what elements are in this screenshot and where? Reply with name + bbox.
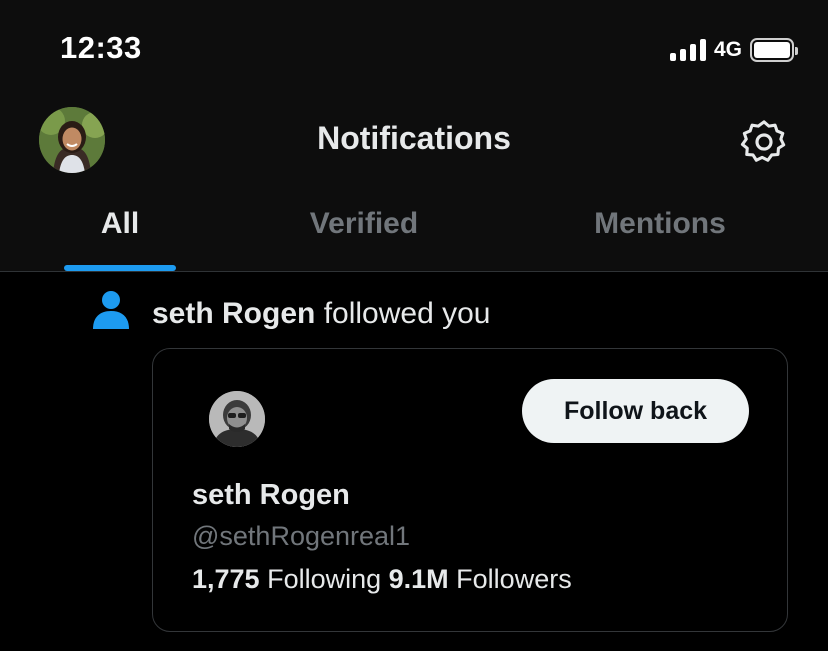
notification-action: followed you [315,297,491,330]
signal-icon [669,39,706,61]
person-icon [92,290,130,330]
notification-actor[interactable]: seth Rogen [152,297,315,330]
card-handle: @sethRogenreal1 [192,521,411,551]
followers-label: Followers [448,564,572,594]
status-time: 12:33 [60,30,142,65]
tab-all[interactable]: All [64,207,176,241]
battery-icon [750,38,798,62]
following-count[interactable]: 1,775 [192,564,260,594]
network-label: 4G [713,38,742,61]
tab-verified[interactable]: Verified [290,207,438,241]
status-indicators: 4G [669,36,798,64]
notification-text[interactable]: seth Rogen followed you [152,297,490,331]
user-card[interactable]: Follow back seth Rogen @sethRogenreal1 1… [152,348,788,632]
followers-count[interactable]: 9.1M [389,564,449,594]
gear-icon[interactable] [740,118,788,166]
card-display-name[interactable]: seth Rogen [192,479,350,512]
tab-mentions[interactable]: Mentions [575,207,745,241]
page-title: Notifications [317,120,511,156]
card-stats: 1,775 Following 9.1M Followers [192,564,572,595]
user-avatar-photo-icon [209,391,265,447]
card-avatar[interactable] [209,391,265,447]
tabs-divider [0,271,828,272]
follow-back-button[interactable]: Follow back [522,379,749,443]
following-label: Following [259,564,389,594]
